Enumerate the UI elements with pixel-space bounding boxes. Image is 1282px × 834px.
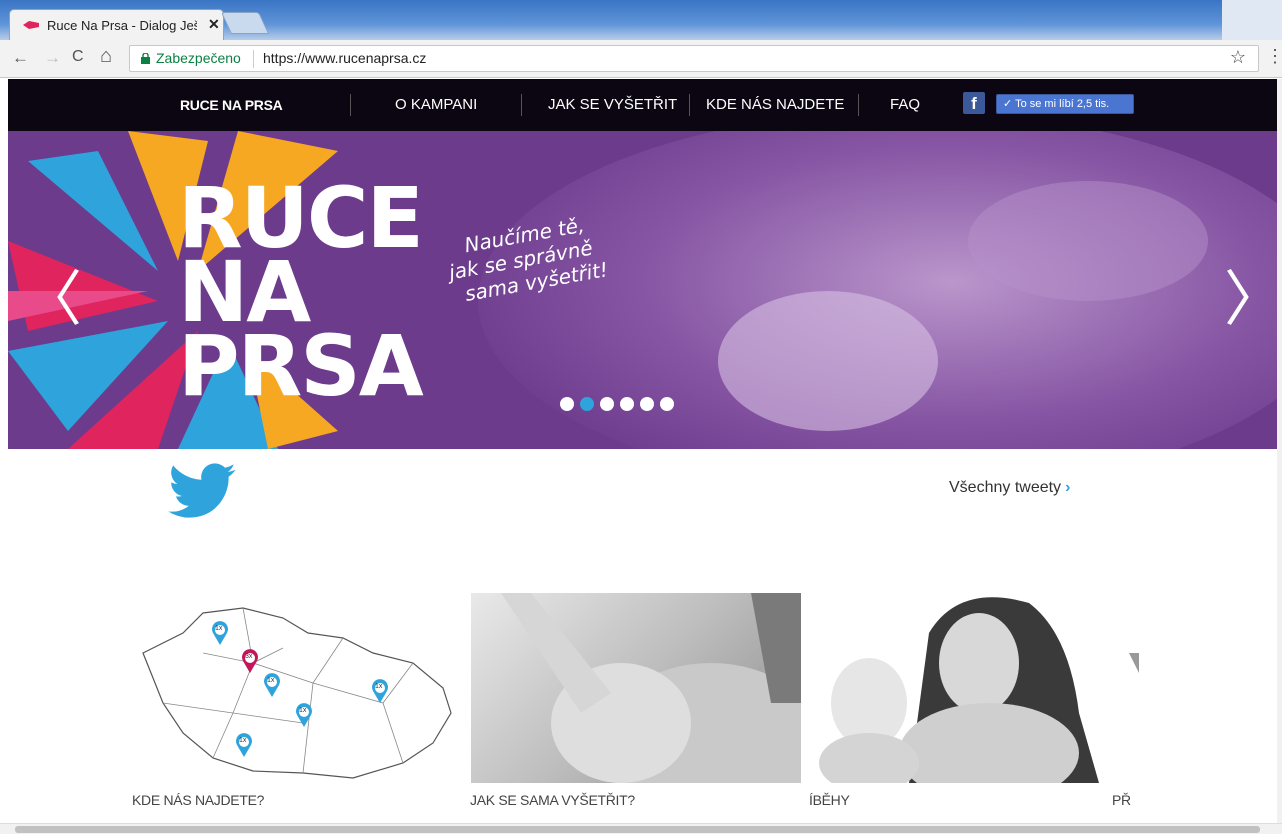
facebook-icon[interactable]: f [963,92,985,114]
self-exam-photo [501,593,801,783]
home-icon[interactable]: ⌂ [100,45,112,68]
close-tab-icon[interactable]: ✕ [208,16,220,33]
site-logo[interactable]: RUCE NA PRSA [180,79,283,131]
map-pin-count: 1x [267,677,275,684]
tab-title: Ruce Na Prsa - Dialog Ješ [47,18,197,33]
slider-next-icon[interactable]: 〉 [1224,251,1277,338]
czech-map-graphic [142,607,452,779]
secure-label: Zabezpečeno [156,50,241,66]
nav-kde-nas-najdete[interactable]: KDE NÁS NAJDETE [706,79,844,131]
horizontal-scrollbar[interactable] [0,823,1282,834]
card-map[interactable]: 1x 3x 1x 1x 1x 1x [133,593,463,783]
map-pin-icon[interactable]: 1x [235,733,253,757]
scrollbar-thumb[interactable] [15,826,1260,833]
all-tweets-label: Všechny tweety [949,479,1062,496]
nav-jak-se-vysetrit[interactable]: JAK SE VYŠETŘIT [548,79,677,131]
slider-dots [560,397,680,411]
new-tab-button[interactable] [220,12,270,34]
map-pin-icon[interactable]: 3x [241,649,259,673]
map-pin-icon[interactable]: 1x [211,621,229,645]
vertical-scrollbar[interactable] [1277,79,1282,823]
map-pin-icon[interactable]: 1x [371,679,389,703]
back-arrow-icon[interactable]: ← [12,48,29,68]
card-caption[interactable]: PŘ [1112,792,1131,808]
map-pin-count: 1x [239,737,247,744]
nav-divider [689,94,690,116]
nav-o-kampani[interactable]: O KAMPANI [395,79,477,131]
reload-icon[interactable]: C [72,48,84,66]
page-left-edge [0,79,8,823]
nav-divider [350,94,351,116]
lock-icon [141,53,150,64]
nav-faq[interactable]: FAQ [890,79,920,131]
map-pin-icon[interactable]: 1x [295,703,313,727]
slider-dot[interactable] [640,397,654,411]
facebook-like-button[interactable]: ✓ To se mi líbí 2,5 tis. [996,94,1134,114]
slider-dot[interactable] [580,397,594,411]
card-caption[interactable]: ÍBĚHY [809,792,850,808]
map-pin-count: 1x [215,625,223,632]
slider-dot[interactable] [560,397,574,411]
map-pin-count: 3x [245,653,253,660]
all-tweets-link[interactable]: Všechny tweety › [949,479,1070,497]
web-page: RUCE NA PRSA O KAMPANI JAK SE VYŠETŘIT K… [8,79,1277,823]
hero-slider: RUCE NA PRSA Naučíme tě, jak se správně … [8,131,1277,449]
slider-prev-icon[interactable]: 〈 [22,251,82,338]
slider-dot[interactable] [600,397,614,411]
hand-favicon-icon [23,21,39,29]
mother-child-photo [819,597,1139,783]
twitter-bird-icon[interactable] [168,463,236,519]
map-pin-count: 1x [299,707,307,714]
map-pin-count: 1x [375,683,383,690]
hero-title-line: PRSA [178,317,424,415]
forward-arrow-icon[interactable]: → [44,48,61,68]
hero-title: RUCE NA PRSA [178,176,424,415]
browser-menu-icon[interactable]: ⋮ [1266,46,1282,67]
card-self-exam[interactable] [471,593,801,783]
address-bar[interactable]: Zabezpečeno https://www.rucenaprsa.cz ☆ [129,45,1259,72]
slider-dot[interactable] [620,397,634,411]
card-caption[interactable]: JAK SE SAMA VYŠETŘIT? [470,792,635,808]
card-stories[interactable] [809,593,1139,783]
browser-toolbar: ← → C ⌂ Zabezpečeno https://www.rucenapr… [0,40,1282,78]
site-navbar: RUCE NA PRSA O KAMPANI JAK SE VYŠETŘIT K… [8,79,1277,131]
nav-divider [521,94,522,116]
card-caption[interactable]: KDE NÁS NAJDETE? [132,792,264,808]
browser-tab[interactable]: Ruce Na Prsa - Dialog Ješ ✕ [9,9,224,40]
slider-dot[interactable] [660,397,674,411]
address-separator [253,50,254,68]
url-text[interactable]: https://www.rucenaprsa.cz [263,50,426,66]
browser-tabstrip: Ruce Na Prsa - Dialog Ješ ✕ [0,0,1282,40]
chevron-right-icon: › [1065,479,1071,496]
map-pin-icon[interactable]: 1x [263,673,281,697]
nav-divider [858,94,859,116]
desktop-area [1222,0,1282,40]
bookmark-star-icon[interactable]: ☆ [1230,47,1246,68]
